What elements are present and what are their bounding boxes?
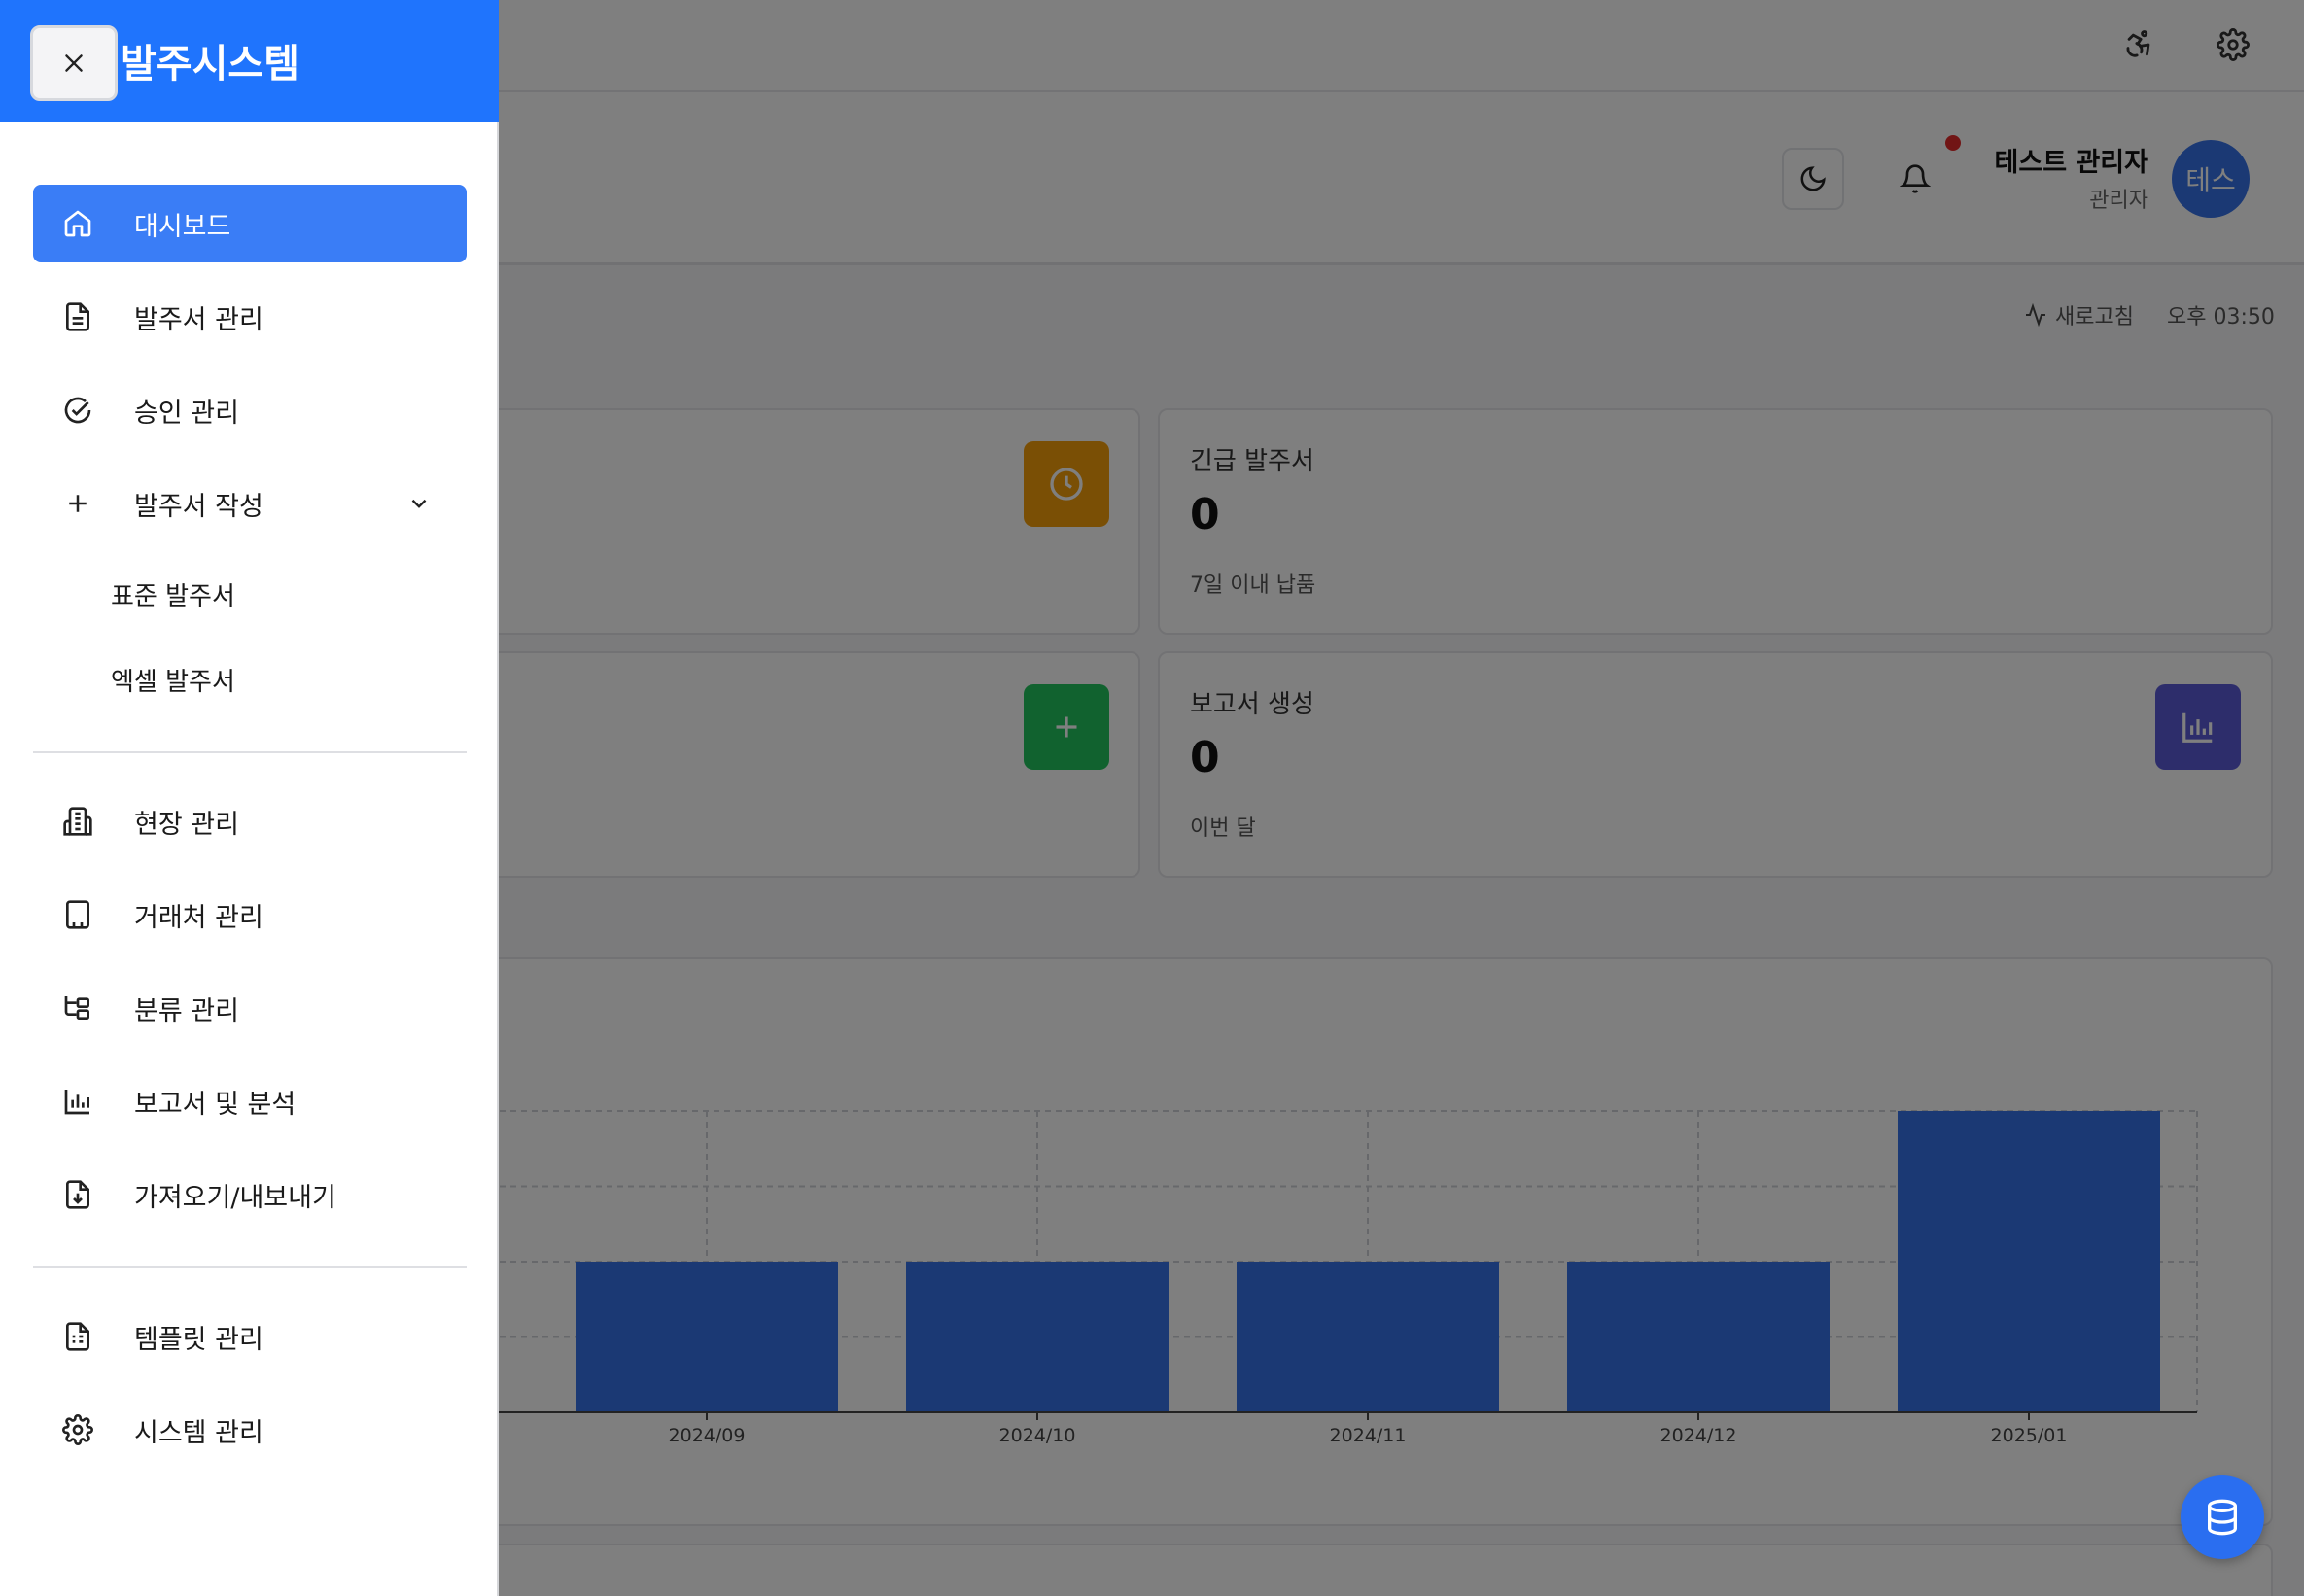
nav-item-label: 템플릿 관리 [134, 1324, 263, 1355]
chevron-down-icon[interactable] [403, 488, 435, 519]
database-icon [2208, 1499, 2237, 1536]
sub-item-label: 엑셀 발주서 [111, 667, 235, 697]
nav-item-label: 발주서 관리 [134, 304, 263, 335]
nav-item-label: 현장 관리 [134, 809, 239, 840]
drawer-header: 발주시스템 [0, 0, 499, 122]
nav-item-reports[interactable]: 보고서 및 분석 [33, 1062, 467, 1140]
nav-item-label: 거래처 관리 [134, 902, 263, 933]
nav-item-system[interactable]: 시스템 관리 [33, 1391, 467, 1469]
bar-chart-icon [60, 1084, 95, 1119]
office-building-icon [60, 897, 95, 932]
nav-item-dashboard[interactable]: 대시보드 [33, 185, 467, 262]
nav-item-vendors[interactable]: 거래처 관리 [33, 876, 467, 954]
nav-item-purchase-orders[interactable]: 발주서 관리 [33, 278, 467, 356]
nav-item-label: 분류 관리 [134, 995, 239, 1026]
home-icon [60, 206, 95, 241]
nav-item-label: 승인 관리 [134, 398, 239, 429]
check-circle-icon [60, 393, 95, 428]
nav-item-label: 시스템 관리 [134, 1417, 263, 1448]
divider [33, 751, 467, 753]
nav-item-sites[interactable]: 현장 관리 [33, 782, 467, 860]
nav-item-label: 발주서 작성 [134, 491, 263, 522]
sub-item-label: 표준 발주서 [111, 581, 235, 611]
nav-item-label: 보고서 및 분석 [134, 1089, 297, 1120]
gear-icon [60, 1412, 95, 1447]
document-icon [60, 299, 95, 334]
sub-item-standard-order[interactable]: 표준 발주서 [78, 565, 467, 623]
nav-item-label: 가져오기/내보내기 [134, 1182, 336, 1213]
file-download-icon [60, 1177, 95, 1212]
database-fab[interactable] [2181, 1475, 2264, 1559]
app-title: 발주시스템 [121, 42, 299, 87]
close-icon [65, 54, 83, 72]
buildings-icon [60, 804, 95, 839]
nav-item-approval[interactable]: 승인 관리 [33, 371, 467, 449]
plus-icon [60, 486, 95, 521]
nav-item-import-export[interactable]: 가져오기/내보내기 [33, 1156, 467, 1233]
nav-item-categories[interactable]: 분류 관리 [33, 969, 467, 1047]
navigation-drawer: 발주시스템 대시보드 발주서 관리 승인 관리 발주서 작성 표준 발주서 엑셀… [0, 0, 499, 1596]
close-drawer-button[interactable] [30, 25, 118, 101]
sub-item-excel-order[interactable]: 엑셀 발주서 [78, 650, 467, 709]
divider [33, 1266, 467, 1268]
template-icon [60, 1319, 95, 1354]
nav-item-create-order[interactable]: 발주서 작성 [33, 465, 467, 542]
tree-structure-icon [60, 990, 95, 1025]
nav-item-templates[interactable]: 템플릿 관리 [33, 1298, 467, 1375]
nav-item-label: 대시보드 [134, 211, 231, 242]
